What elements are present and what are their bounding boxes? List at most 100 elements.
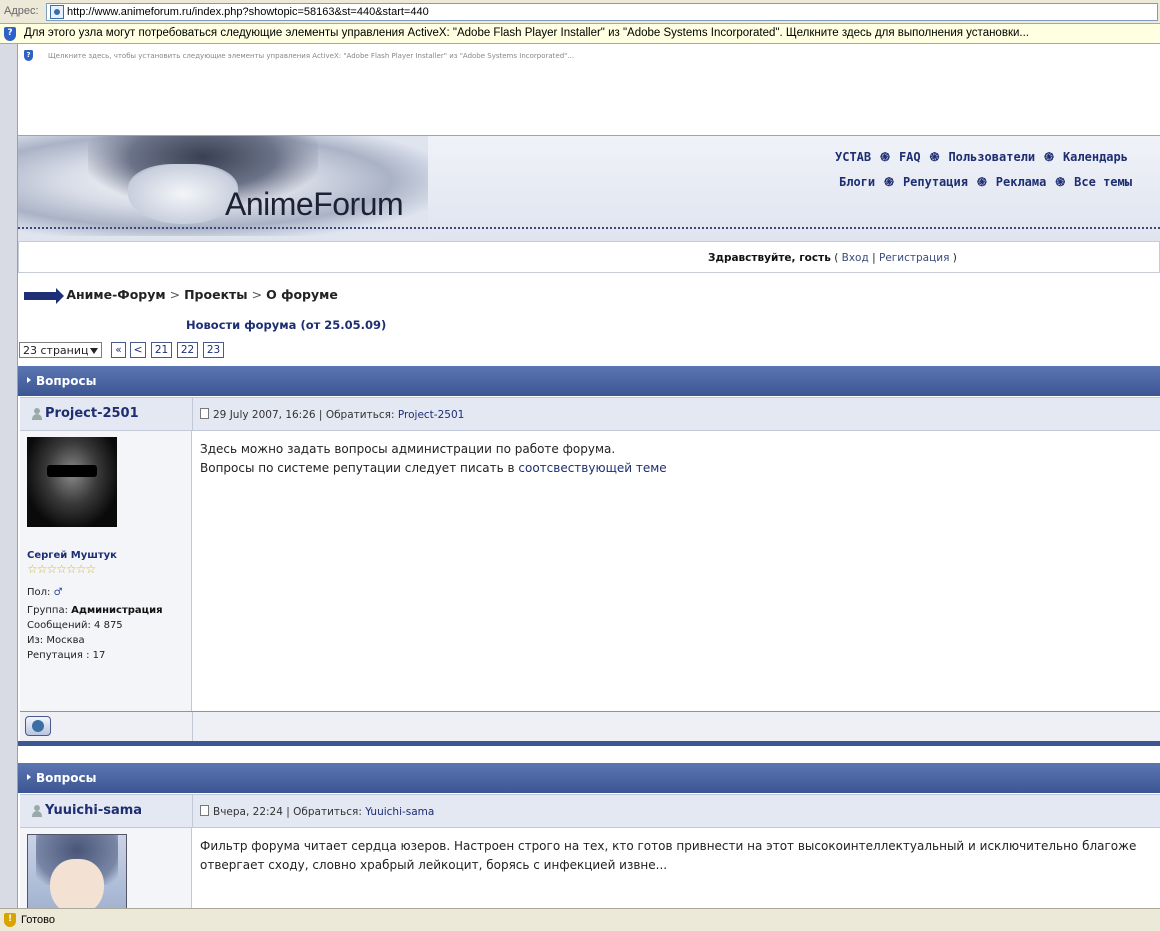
post-author-name[interactable]: Project-2501	[45, 406, 139, 421]
nav-link-rules[interactable]: УСТАВ	[835, 150, 871, 164]
post-doc-icon[interactable]	[200, 408, 209, 419]
guest-divider: |	[872, 252, 876, 264]
guest-paren-close: )	[952, 252, 957, 264]
pagination-page-23[interactable]: 23	[203, 342, 224, 358]
post-author-sidebar: Сергей Муштук ☆☆☆☆☆☆☆ Пол: ♂ Группа: Адм…	[20, 431, 192, 711]
swirl-icon: ֍	[929, 150, 940, 164]
post-reply-link[interactable]: Yuuichi-sama	[365, 806, 434, 818]
author-reputation[interactable]: Репутация : 17	[27, 650, 105, 661]
group-label: Группа:	[27, 605, 68, 616]
nav-link-all-topics[interactable]: Все темы	[1074, 175, 1132, 189]
user-icon	[32, 805, 42, 817]
post-header: Project-2501 29 July 2007, 16:26 | Обрат…	[20, 397, 1160, 431]
author-group: Группа: Администрация	[27, 605, 163, 616]
left-frame-strip	[0, 44, 18, 908]
address-input[interactable]: http://www.animeforum.ru/index.php?showt…	[46, 3, 1158, 21]
post-content: Фильтр форума читает сердца юзеров. Наст…	[200, 837, 1136, 875]
swirl-icon: ֍	[880, 150, 890, 164]
swirl-icon: ֍	[884, 175, 894, 189]
address-label: Адрес:	[4, 5, 39, 17]
post-body: Фильтр форума читает сердца юзеров. Наст…	[20, 828, 1160, 908]
group-value: Администрация	[71, 605, 163, 616]
triangle-right-icon	[27, 774, 31, 780]
nav-link-ads[interactable]: Реклама	[996, 175, 1047, 189]
post-meta-sep: |	[318, 409, 323, 421]
rank-stars: ☆☆☆☆☆☆☆	[27, 562, 96, 576]
post-category-bar: Вопросы	[18, 366, 1160, 396]
breadcrumb-item-about[interactable]: О форуме	[266, 287, 338, 302]
address-bar: Адрес: http://www.animeforum.ru/index.ph…	[0, 0, 1160, 24]
pagination-first-button[interactable]: «	[111, 342, 126, 358]
pagination-page-22[interactable]: 22	[177, 342, 198, 358]
avatar-face	[50, 859, 104, 908]
breadcrumb-sep: >	[169, 287, 181, 302]
breadcrumb: Аниме-Форум > Проекты > О форуме	[24, 287, 338, 304]
post-meta: Вчера, 22:24 | Обратиться: Yuuichi-sama	[200, 805, 434, 818]
breadcrumb-item-home[interactable]: Аниме-Форум	[66, 287, 165, 302]
avatar	[27, 437, 117, 527]
nav-link-blogs[interactable]: Блоги	[839, 175, 875, 189]
pagination-prev-button[interactable]: <	[130, 342, 146, 358]
author-real-name: Сергей Муштук	[27, 550, 117, 561]
warning-icon	[4, 913, 16, 927]
dotted-divider	[18, 227, 1160, 229]
register-link[interactable]: Регистрация	[879, 252, 949, 264]
back-to-top-button[interactable]	[25, 716, 51, 736]
reputation-topic-link[interactable]: соотсвествующей теме	[518, 461, 666, 475]
author-messages: Сообщений: 4 875	[27, 620, 123, 631]
pagination-page-21[interactable]: 21	[151, 342, 172, 358]
post-content: Здесь можно задать вопросы администрации…	[200, 440, 667, 478]
post-reply-link[interactable]: Project-2501	[398, 409, 464, 421]
shield-icon	[24, 50, 33, 61]
guest-greeting-line: Здравствуйте, гость ( Вход | Регистрация…	[708, 252, 957, 264]
infobar-text[interactable]: Для этого узла могут потребоваться следу…	[24, 27, 1029, 39]
post-author-cell: Project-2501	[20, 398, 193, 431]
post-category-title: Вопросы	[36, 374, 97, 388]
nav-link-reputation[interactable]: Репутация	[903, 175, 968, 189]
shield-icon	[4, 27, 16, 41]
page-icon	[50, 5, 64, 19]
post-line: Здесь можно задать вопросы администрации…	[200, 442, 616, 456]
post-reply-label: Обратиться:	[293, 806, 362, 818]
nav-link-faq[interactable]: FAQ	[899, 150, 921, 164]
activex-infobar[interactable]: Для этого узла могут потребоваться следу…	[0, 24, 1160, 44]
user-icon	[32, 408, 42, 420]
forum-news-link[interactable]: Новости форума (от 25.05.09)	[186, 318, 386, 332]
avatar-sunglasses	[47, 465, 97, 477]
male-icon: ♂	[53, 587, 63, 598]
site-logo[interactable]: AnimeForum	[225, 186, 404, 223]
post-category-title: Вопросы	[36, 771, 97, 785]
page-count-value: 23 страниц	[23, 344, 89, 357]
page-count-select[interactable]: 23 страниц	[19, 342, 102, 358]
triangle-right-icon	[27, 377, 31, 383]
post-author-name[interactable]: Yuuichi-sama	[45, 803, 142, 818]
post-doc-icon[interactable]	[200, 805, 209, 816]
author-gender: Пол: ♂	[27, 587, 63, 598]
nav-link-calendar[interactable]: Календарь	[1063, 150, 1128, 164]
status-text: Готово	[21, 914, 55, 926]
post-line-text: Вопросы по системе репутации следует пис…	[200, 461, 515, 475]
arrow-right-icon	[24, 287, 64, 304]
post-date: Вчера, 22:24	[213, 806, 283, 818]
activex-placeholder-text: Щелкните здесь, чтобы установить следующ…	[48, 52, 575, 60]
login-link[interactable]: Вход	[842, 252, 869, 264]
nav-link-users[interactable]: Пользователи	[948, 150, 1035, 164]
breadcrumb-sep: >	[251, 287, 263, 302]
post-footer	[20, 711, 1160, 741]
post-category-bar: Вопросы	[18, 763, 1160, 793]
breadcrumb-item-projects[interactable]: Проекты	[184, 287, 248, 302]
avatar	[27, 834, 127, 908]
post-footer-side	[20, 712, 193, 741]
post-author-sidebar	[20, 828, 192, 908]
address-url[interactable]: http://www.animeforum.ru/index.php?showt…	[67, 6, 429, 18]
status-bar: Готово	[0, 908, 1160, 931]
post-line: Фильтр форума читает сердца юзеров. Наст…	[200, 839, 1137, 853]
guest-bar: Здравствуйте, гость ( Вход | Регистрация…	[18, 241, 1160, 273]
post-line: отвергает сходу, словно храбрый лейкоцит…	[200, 858, 668, 872]
forum-banner: AnimeForum УСТАВ ֍ FAQ ֍ Пользователи ֍ Календ…	[18, 135, 1160, 242]
post-author-cell: Yuuichi-sama	[20, 795, 193, 828]
post-meta-sep: |	[286, 806, 290, 818]
swirl-icon: ֍	[1044, 150, 1054, 164]
post-bottom-bar	[18, 741, 1160, 746]
nav-row-1: УСТАВ ֍ FAQ ֍ Пользователи ֍ Календарь	[835, 148, 1128, 165]
